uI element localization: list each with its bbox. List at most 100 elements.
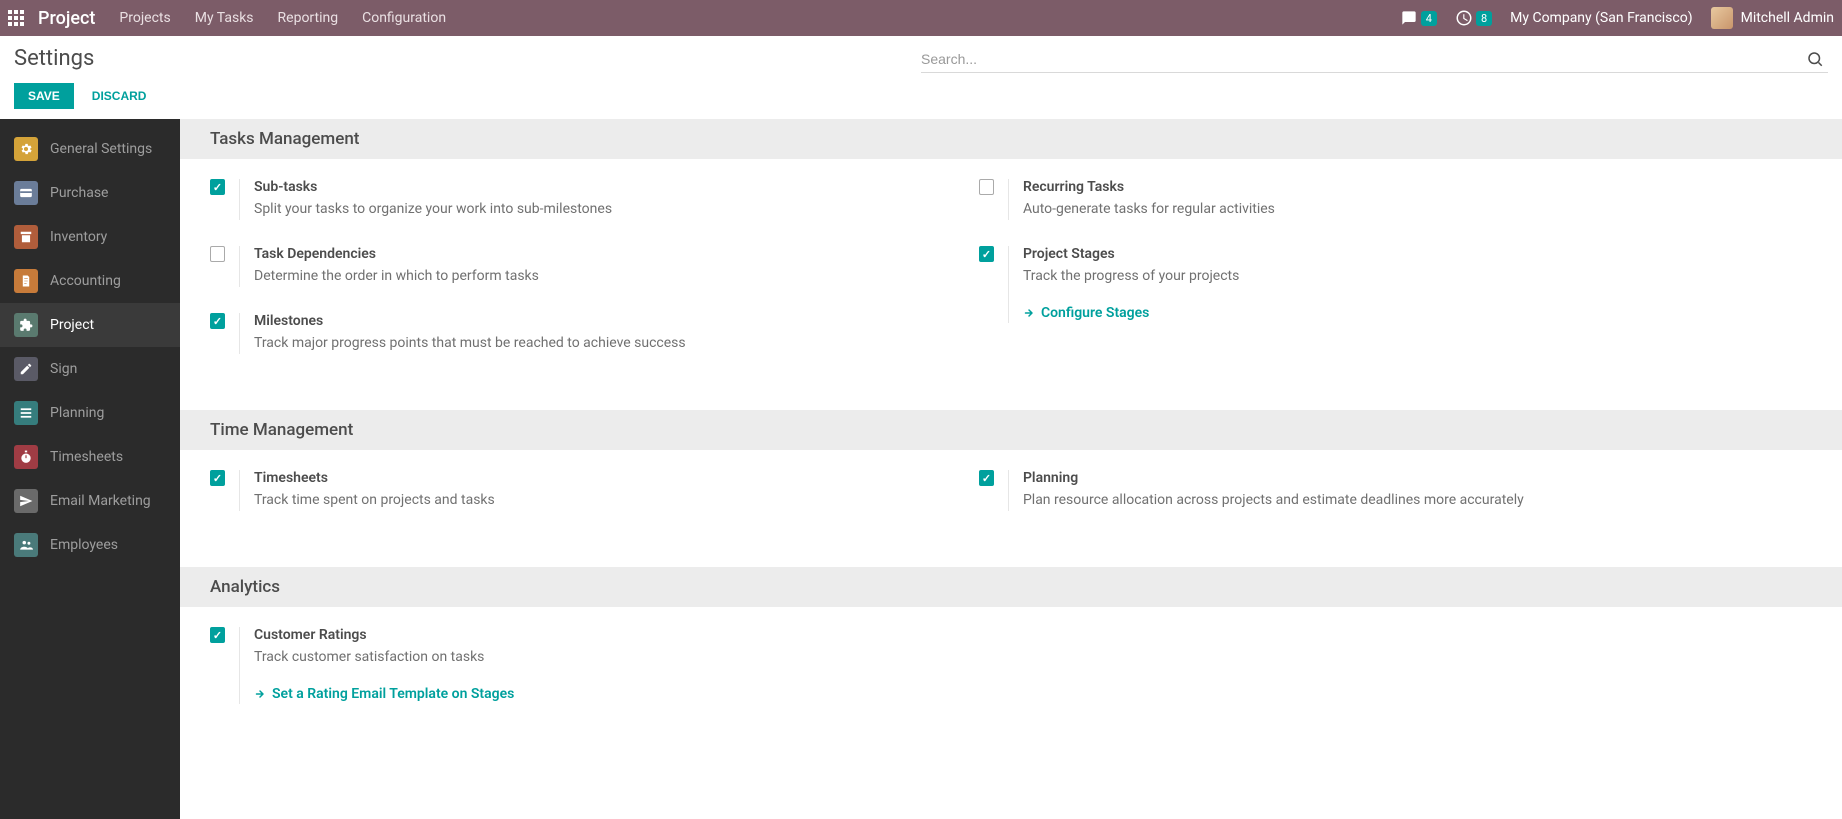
setting-body: Recurring Tasks Auto-generate tasks for r…	[1009, 179, 1812, 220]
sidebar-item-sign[interactable]: Sign	[0, 347, 180, 391]
setting-title: Recurring Tasks	[1023, 179, 1812, 195]
sidebar-item-label: Purchase	[50, 185, 108, 201]
activities-button[interactable]: 8	[1455, 9, 1492, 27]
arrow-right-icon	[254, 688, 266, 700]
sidebar-item-label: Project	[50, 317, 94, 333]
sidebar-item-purchase[interactable]: Purchase	[0, 171, 180, 215]
clock-icon	[1455, 9, 1473, 27]
sidebar-item-label: Inventory	[50, 229, 107, 245]
setting-column-left: TimesheetsTrack time spent on projects a…	[210, 470, 979, 537]
sidebar-item-label: Employees	[50, 537, 118, 553]
checkbox-milestones[interactable]	[210, 313, 225, 329]
setting-check-wrap	[210, 627, 240, 704]
setting-column-left: Sub-tasks Split your tasks to organize yo…	[210, 179, 979, 380]
stopwatch-icon	[14, 445, 38, 469]
section-header: Time Management	[180, 410, 1842, 450]
setting-check-wrap	[979, 246, 1009, 323]
sidebar-item-label: Accounting	[50, 273, 121, 289]
setting-description: Track time spent on projects and tasks	[254, 490, 979, 511]
user-menu[interactable]: Mitchell Admin	[1711, 7, 1834, 29]
setting-link-configure-stages[interactable]: Configure Stages	[1023, 305, 1149, 321]
setting-description: Track the progress of your projects	[1023, 266, 1812, 287]
arrow-right-icon	[1023, 307, 1035, 319]
setting-block: TimesheetsTrack time spent on projects a…	[210, 470, 979, 511]
setting-block: MilestonesTrack major progress points th…	[210, 313, 979, 354]
credit-card-icon	[14, 181, 38, 205]
save-button[interactable]: SAVE	[14, 83, 74, 109]
section-body: Customer Ratings Track customer satisfact…	[180, 607, 1842, 760]
topbar-right: 4 8 My Company (San Francisco) Mitchell …	[1400, 7, 1834, 29]
setting-body: PlanningPlan resource allocation across …	[1009, 470, 1812, 511]
setting-check-wrap	[210, 470, 240, 511]
checkbox-project-stages[interactable]	[979, 246, 994, 262]
sidebar-item-email-marketing[interactable]: Email Marketing	[0, 479, 180, 523]
setting-description: Track customer satisfaction on tasks	[254, 647, 979, 668]
app-title[interactable]: Project	[38, 8, 95, 29]
setting-title: Sub-tasks	[254, 179, 979, 195]
setting-block: Sub-tasks Split your tasks to organize yo…	[210, 179, 979, 220]
sidebar-item-timesheets[interactable]: Timesheets	[0, 435, 180, 479]
menu-reporting[interactable]: Reporting	[278, 10, 339, 26]
setting-check-wrap	[210, 313, 240, 354]
section-body: Sub-tasks Split your tasks to organize yo…	[180, 159, 1842, 410]
setting-link-label: Configure Stages	[1041, 305, 1149, 321]
setting-block: PlanningPlan resource allocation across …	[979, 470, 1812, 511]
setting-body: TimesheetsTrack time spent on projects a…	[240, 470, 979, 511]
menu-configuration[interactable]: Configuration	[362, 10, 446, 26]
puzzle-icon	[14, 313, 38, 337]
setting-block: Recurring Tasks Auto-generate tasks for r…	[979, 179, 1812, 220]
user-name: Mitchell Admin	[1741, 10, 1834, 26]
setting-column-left: Customer Ratings Track customer satisfact…	[210, 627, 979, 730]
checkbox-timesheets[interactable]	[210, 470, 225, 486]
control-panel: Settings	[0, 36, 1842, 73]
messages-count: 4	[1421, 11, 1437, 26]
setting-title: Task Dependencies	[254, 246, 979, 262]
setting-title: Customer Ratings	[254, 627, 979, 643]
settings-sidebar: General Settings Purchase Inventory Account…	[0, 119, 180, 819]
sidebar-item-planning[interactable]: Planning	[0, 391, 180, 435]
setting-check-wrap	[979, 179, 1009, 220]
sidebar-item-inventory[interactable]: Inventory	[0, 215, 180, 259]
setting-title: Project Stages	[1023, 246, 1812, 262]
users-icon	[14, 533, 38, 557]
setting-title: Planning	[1023, 470, 1812, 486]
sidebar-item-label: Sign	[50, 361, 77, 377]
search-icon[interactable]	[1802, 50, 1828, 68]
checkbox-sub-tasks[interactable]	[210, 179, 225, 195]
setting-description: Auto-generate tasks for regular activiti…	[1023, 199, 1812, 220]
settings-content: Tasks ManagementSub-tasksSplit your task…	[180, 119, 1842, 819]
discard-button[interactable]: DISCARD	[82, 83, 157, 109]
apps-icon[interactable]	[8, 10, 24, 26]
checkbox-task-dependencies[interactable]	[210, 246, 225, 262]
menu-my-tasks[interactable]: My Tasks	[195, 10, 254, 26]
search-input[interactable]	[921, 51, 1802, 67]
setting-link-label: Set a Rating Email Template on Stages	[272, 686, 514, 702]
setting-check-wrap	[210, 179, 240, 220]
sidebar-item-label: Planning	[50, 405, 104, 421]
checkbox-recurring-tasks[interactable]	[979, 179, 994, 195]
setting-body: Sub-tasks Split your tasks to organize yo…	[240, 179, 979, 220]
setting-link-set-a-rating-email-template-on-stages[interactable]: Set a Rating Email Template on Stages	[254, 686, 514, 702]
pencil-icon	[14, 357, 38, 381]
avatar	[1711, 7, 1733, 29]
sidebar-item-project[interactable]: Project	[0, 303, 180, 347]
invoice-icon	[14, 269, 38, 293]
sidebar-item-label: Timesheets	[50, 449, 123, 465]
setting-body: MilestonesTrack major progress points th…	[240, 313, 979, 354]
setting-check-wrap	[210, 246, 240, 287]
setting-description: Split your tasks to organize your work i…	[254, 199, 979, 220]
sidebar-item-accounting[interactable]: Accounting	[0, 259, 180, 303]
menu-projects[interactable]: Projects	[119, 10, 170, 26]
main-container: General Settings Purchase Inventory Account…	[0, 119, 1842, 819]
section-header: Analytics	[180, 567, 1842, 607]
setting-description: Track major progress points that must be…	[254, 333, 979, 354]
sidebar-item-employees[interactable]: Employees	[0, 523, 180, 567]
setting-block: Customer Ratings Track customer satisfact…	[210, 627, 979, 704]
sidebar-item-general-settings[interactable]: General Settings	[0, 127, 180, 171]
checkbox-planning[interactable]	[979, 470, 994, 486]
search-wrap	[921, 46, 1828, 73]
gear-icon	[14, 137, 38, 161]
company-selector[interactable]: My Company (San Francisco)	[1510, 10, 1692, 26]
messages-button[interactable]: 4	[1400, 10, 1437, 26]
checkbox-customer-ratings[interactable]	[210, 627, 225, 643]
